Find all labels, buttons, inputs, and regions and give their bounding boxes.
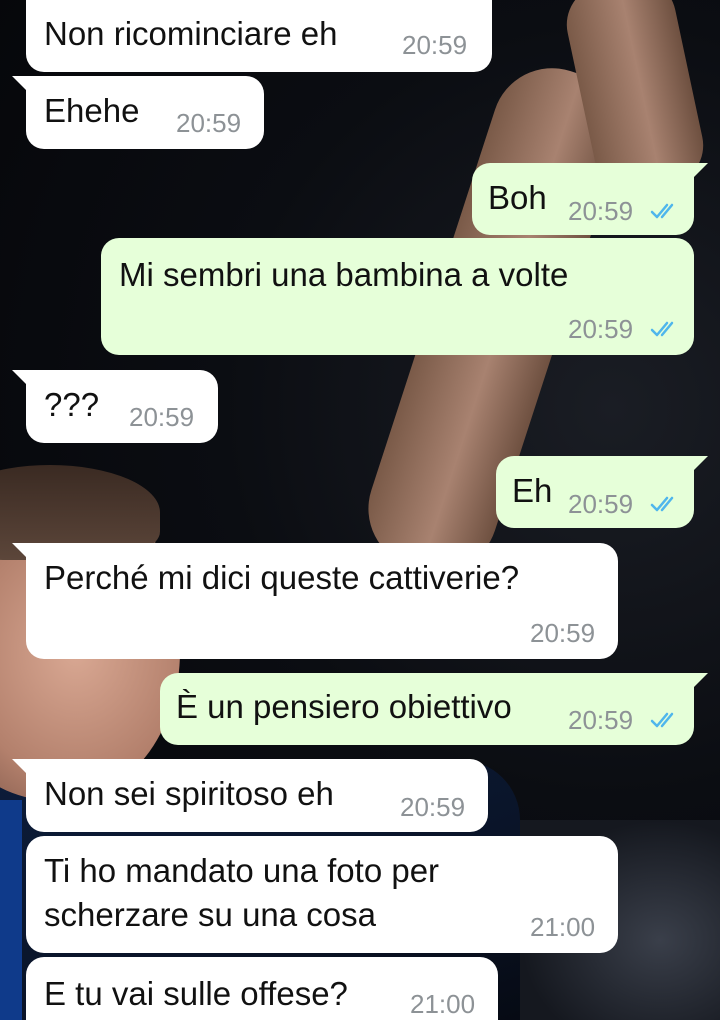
read-ticks-icon xyxy=(650,203,674,219)
message-outgoing[interactable]: Mi sembri una bambina a volte 20:59 xyxy=(101,238,694,355)
message-outgoing[interactable]: Eh 20:59 xyxy=(496,456,708,528)
message-time: 20:59 xyxy=(568,196,634,226)
message-text: Mi sembri una bambina a volte xyxy=(119,256,569,293)
message-text: Eh xyxy=(512,472,553,509)
message-text-line-1: Ti ho mandato una foto per xyxy=(44,852,440,889)
message-incoming[interactable]: ??? 20:59 xyxy=(12,370,218,443)
message-time: 20:59 xyxy=(568,489,634,519)
message-text: ??? xyxy=(44,386,100,423)
message-time: 20:59 xyxy=(176,108,242,138)
message-text: Ehehe xyxy=(44,92,140,129)
message-text: È un pensiero obiettivo xyxy=(176,688,512,725)
message-list[interactable]: Non ricominciare eh 20:59 Ehehe 20:59 Bo… xyxy=(0,0,720,1020)
message-incoming[interactable]: Non sei spiritoso eh 20:59 xyxy=(12,759,488,832)
message-text-line-2: scherzare su una cosa xyxy=(44,896,377,933)
message-incoming[interactable]: Non ricominciare eh 20:59 xyxy=(26,0,492,72)
message-incoming[interactable]: E tu vai sulle offese? 21:00 xyxy=(26,957,498,1020)
message-time: 20:59 xyxy=(400,792,466,822)
message-time: 20:59 xyxy=(402,30,468,60)
message-outgoing[interactable]: Boh 20:59 xyxy=(472,163,708,235)
message-time: 20:59 xyxy=(530,618,596,648)
message-time: 20:59 xyxy=(568,705,634,735)
message-text: Non ricominciare eh xyxy=(44,15,338,52)
message-time: 20:59 xyxy=(568,314,634,344)
message-time: 20:59 xyxy=(129,402,195,432)
message-outgoing[interactable]: È un pensiero obiettivo 20:59 xyxy=(160,673,708,745)
message-time: 21:00 xyxy=(410,989,476,1019)
read-ticks-icon xyxy=(650,496,674,512)
message-incoming[interactable]: Ehehe 20:59 xyxy=(12,76,264,149)
message-text: E tu vai sulle offese? xyxy=(44,975,348,1012)
read-ticks-icon xyxy=(650,712,674,728)
message-incoming[interactable]: Ti ho mandato una foto per scherzare su … xyxy=(26,836,618,953)
message-text: Perché mi dici queste cattiverie? xyxy=(44,559,520,596)
message-time: 21:00 xyxy=(530,912,596,942)
message-incoming[interactable]: Perché mi dici queste cattiverie? 20:59 xyxy=(12,543,618,659)
read-ticks-icon xyxy=(650,321,674,337)
message-text: Non sei spiritoso eh xyxy=(44,775,334,812)
message-text: Boh xyxy=(488,179,547,216)
